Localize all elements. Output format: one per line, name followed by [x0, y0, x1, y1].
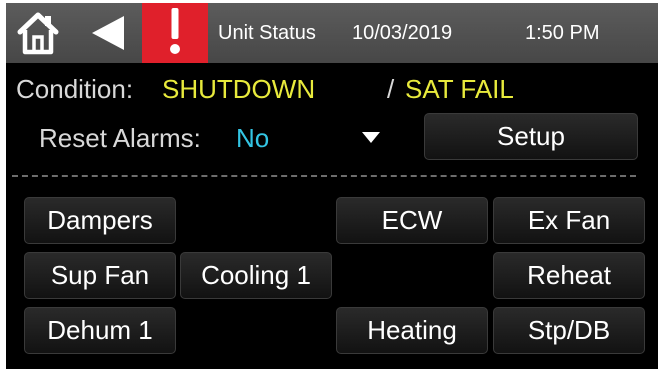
back-arrow-icon[interactable]: [80, 3, 132, 63]
top-bar: Unit Status 10/03/2019 1:50 PM: [6, 3, 658, 63]
reset-alarms-value[interactable]: No: [236, 123, 269, 153]
divider: [12, 175, 636, 177]
reheat-button[interactable]: Reheat: [493, 252, 645, 299]
screen-title: Unit Status: [218, 22, 316, 44]
condition-separator: /: [387, 74, 395, 104]
home-icon[interactable]: [12, 3, 64, 63]
condition-value: SHUTDOWN: [162, 74, 316, 104]
ecw-button[interactable]: ECW: [336, 197, 488, 244]
ex-fan-button[interactable]: Ex Fan: [493, 197, 645, 244]
caret-down-icon[interactable]: [362, 132, 380, 143]
setup-button[interactable]: Setup: [424, 113, 638, 160]
stp-db-button[interactable]: Stp/DB: [493, 307, 645, 354]
cooling-1-button[interactable]: Cooling 1: [180, 252, 332, 299]
dampers-button[interactable]: Dampers: [24, 197, 176, 244]
alarm-icon[interactable]: [142, 3, 208, 63]
time-display: 1:50 PM: [525, 22, 600, 44]
dehum-1-button[interactable]: Dehum 1: [24, 307, 176, 354]
sup-fan-button[interactable]: Sup Fan: [24, 252, 176, 299]
reset-alarms-label: Reset Alarms:: [39, 123, 201, 153]
unit-status-screen: Unit Status 10/03/2019 1:50 PM Condition…: [6, 3, 658, 369]
date-display: 10/03/2019: [352, 22, 453, 44]
heating-button[interactable]: Heating: [336, 307, 488, 354]
condition-secondary-value: SAT FAIL: [405, 74, 514, 104]
condition-label: Condition:: [16, 74, 134, 104]
